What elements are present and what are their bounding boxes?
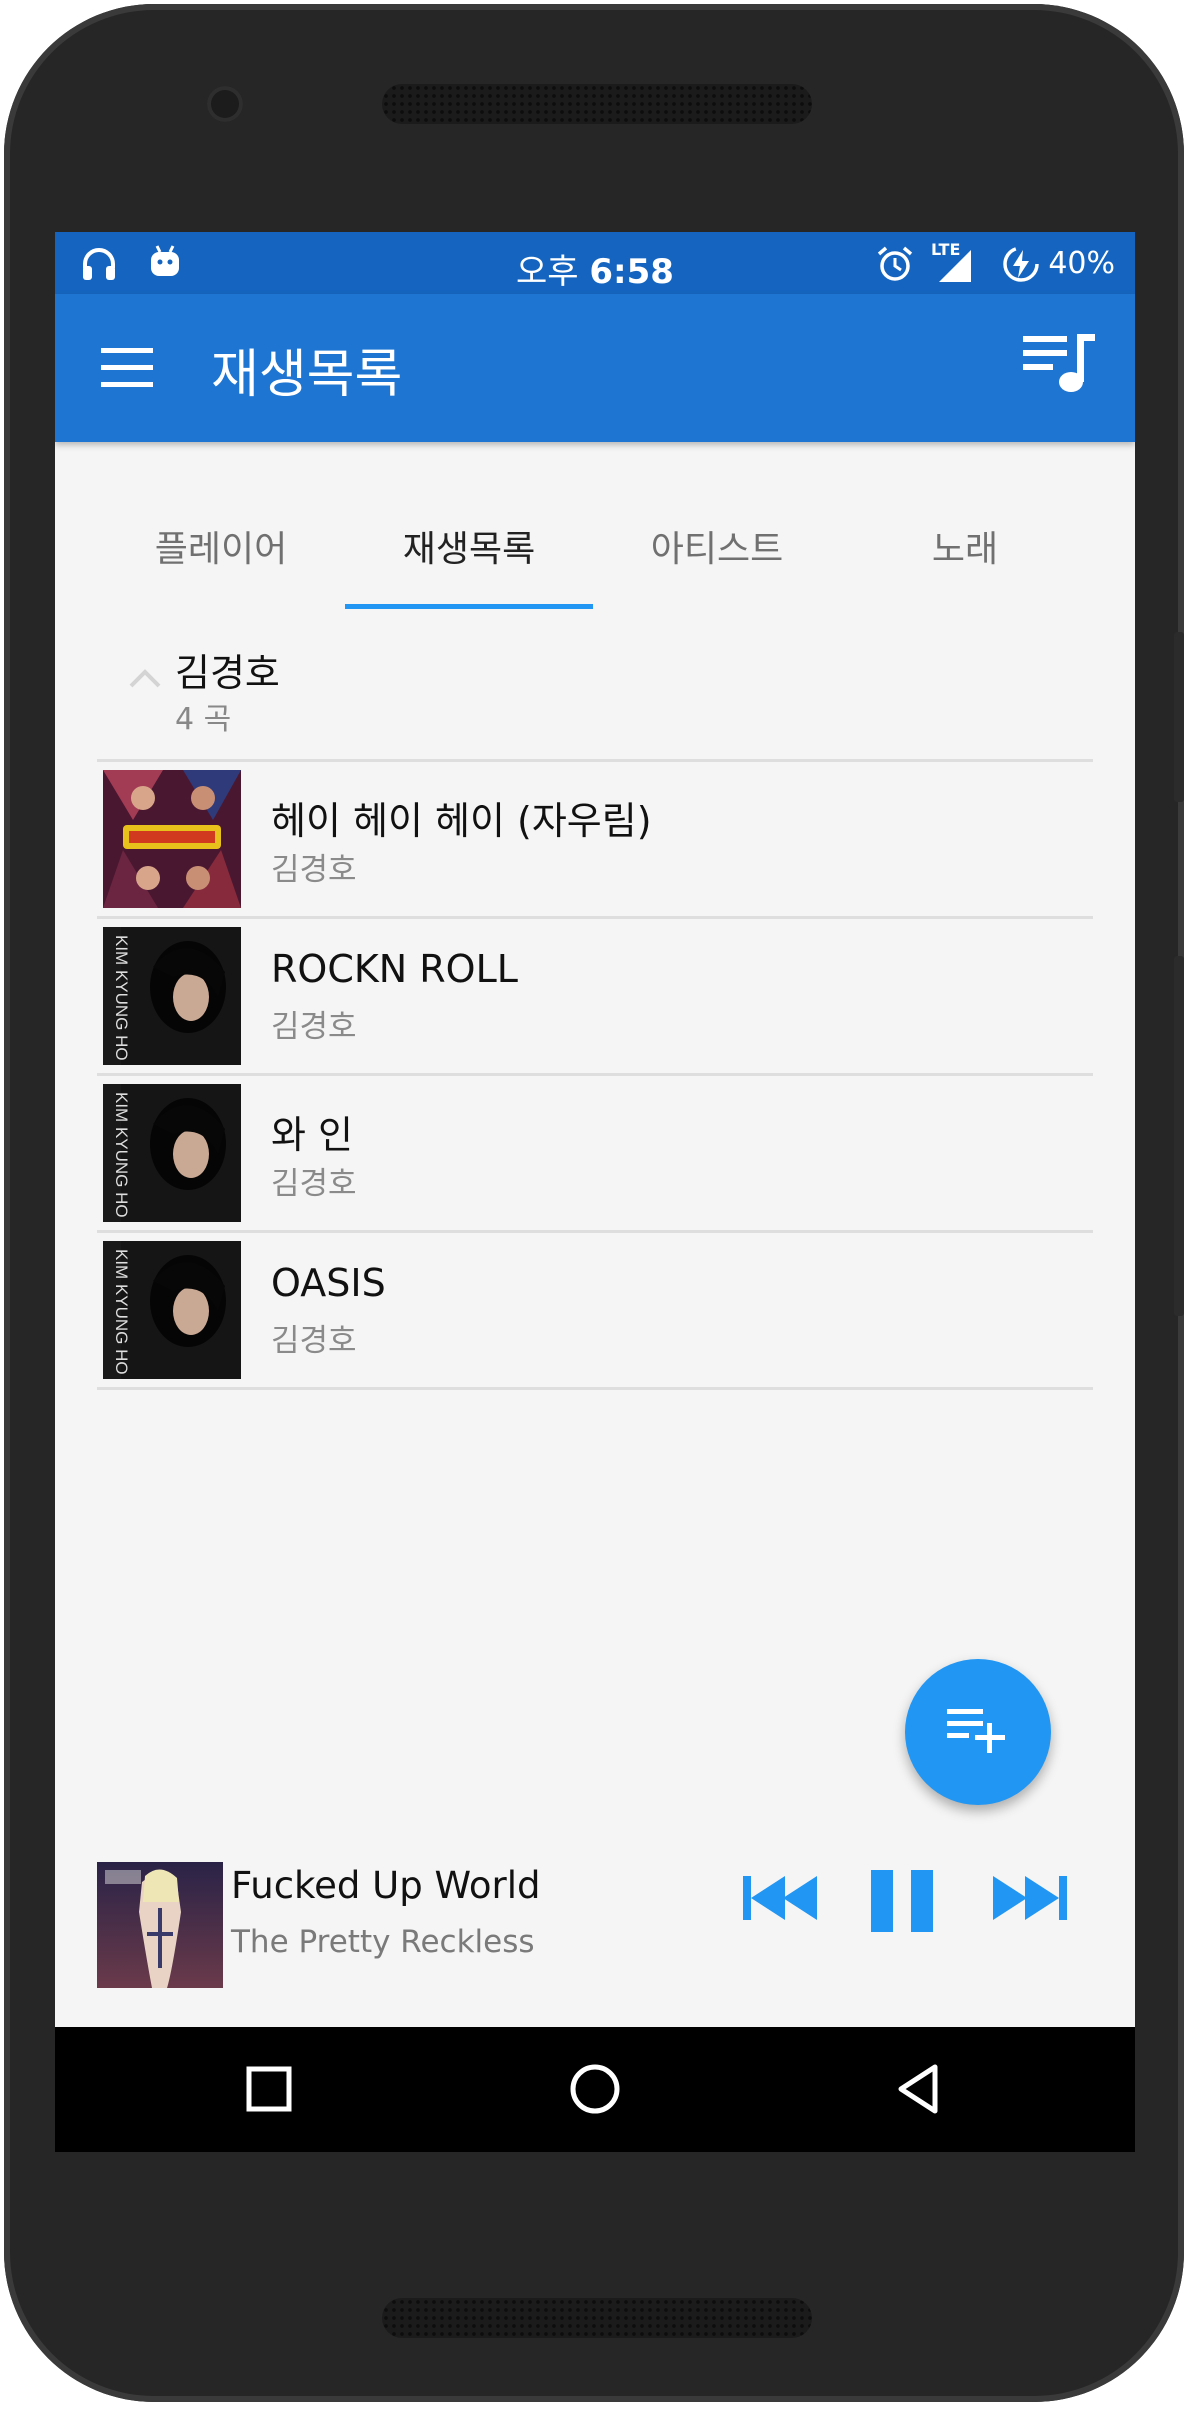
tab-indicator [345, 604, 593, 609]
queue-music-icon[interactable] [1021, 332, 1097, 396]
alarm-icon [877, 246, 913, 281]
status-time: 오후 6:58 [516, 252, 674, 292]
album-art-text: KIM KYUNG HO [112, 935, 131, 1061]
system-navigation-bar [55, 2027, 1135, 2152]
album-art-text: KIM KYUNG HO [112, 1092, 131, 1218]
album-art: KIM KYUNG HO [103, 1084, 241, 1222]
top-speaker-grille [382, 84, 812, 124]
tab-playlist[interactable]: 재생목록 [345, 520, 593, 572]
app-bar: 재생목록 [55, 294, 1135, 442]
song-row[interactable]: 헤이 헤이 헤이 (자우림) 김경호 [97, 760, 1093, 916]
tab-bar: 플레이어 재생목록 아티스트 노래 [55, 442, 1135, 612]
album-art [103, 770, 241, 908]
now-playing-title: Fucked Up World [231, 1864, 541, 1907]
divider [97, 1387, 1093, 1390]
menu-button[interactable] [101, 348, 153, 388]
song-title: 와 인 [271, 1113, 353, 1157]
screen: 오후 6:58 LTE 40% 재생목록 플레이어 재생목록 아티스트 노래 김… [55, 232, 1135, 2152]
song-title: ROCKN ROLL [271, 947, 518, 991]
power-button [1174, 632, 1184, 802]
back-icon[interactable] [889, 2057, 953, 2121]
song-row[interactable]: KIM KYUNG HO ROCKN ROLL 김경호 [97, 917, 1093, 1073]
tab-songs[interactable]: 노래 [841, 520, 1089, 572]
pause-button[interactable] [869, 1870, 937, 1932]
song-artist: 김경호 [271, 1323, 357, 1359]
now-playing-artist: The Pretty Reckless [231, 1924, 535, 1960]
status-bar: 오후 6:58 LTE 40% [55, 232, 1135, 294]
group-name: 김경호 [175, 651, 280, 695]
page-title: 재생목록 [211, 345, 403, 405]
front-camera [207, 86, 243, 122]
now-playing-album-art [97, 1862, 223, 1988]
playlist-add-icon [947, 1709, 1005, 1753]
mini-player[interactable]: Fucked Up World The Pretty Reckless [55, 1832, 1135, 1988]
song-artist: 김경호 [271, 852, 357, 888]
song-artist: 김경호 [271, 1166, 357, 1202]
song-artist: 김경호 [271, 1009, 357, 1045]
add-to-playlist-button[interactable] [905, 1659, 1051, 1805]
album-art: KIM KYUNG HO [103, 927, 241, 1065]
home-icon[interactable] [563, 2057, 627, 2121]
tab-artists[interactable]: 아티스트 [593, 520, 841, 572]
chevron-up-icon[interactable] [125, 662, 165, 692]
song-title: OASIS [271, 1261, 386, 1305]
song-title: 헤이 헤이 헤이 (자우림) [271, 799, 652, 843]
volume-rocker [1174, 956, 1184, 1316]
battery-charging-icon [1003, 246, 1039, 282]
skip-next-button[interactable] [989, 1870, 1069, 1926]
bottom-speaker-grille [382, 2298, 812, 2338]
recents-icon[interactable] [237, 2057, 301, 2121]
song-row[interactable]: KIM KYUNG HO OASIS 김경호 [97, 1231, 1093, 1387]
album-art-text: KIM KYUNG HO [112, 1249, 131, 1375]
song-row[interactable]: KIM KYUNG HO 와 인 김경호 [97, 1074, 1093, 1230]
battery-percent: 40% [1048, 246, 1115, 281]
tab-player[interactable]: 플레이어 [97, 520, 345, 572]
group-song-count: 4 곡 [175, 702, 232, 737]
signal-icon [939, 250, 971, 282]
skip-previous-button[interactable] [741, 1870, 821, 1926]
album-art: KIM KYUNG HO [103, 1241, 241, 1379]
